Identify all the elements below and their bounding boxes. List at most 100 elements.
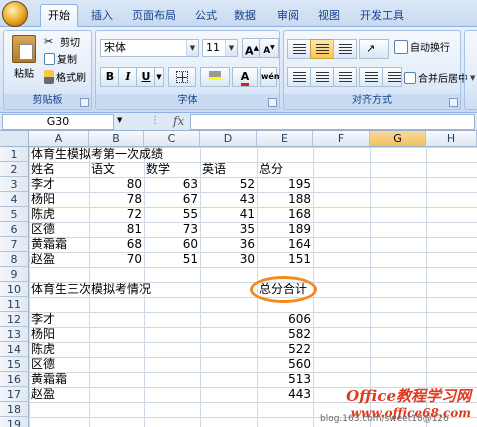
table-cell[interactable]: 188	[257, 192, 313, 207]
tab-data[interactable]: 数据	[227, 7, 263, 27]
table-cell[interactable]: 41	[200, 207, 257, 222]
cell-a1-title[interactable]: 体育生模拟考第一次成绩	[31, 147, 163, 162]
align-center-button[interactable]	[310, 67, 334, 87]
font-color-button[interactable]: A	[232, 67, 258, 87]
row-header[interactable]: 8	[0, 252, 29, 267]
table-cell[interactable]: 81	[89, 222, 144, 237]
table-cell[interactable]: 李才	[31, 177, 55, 192]
table-cell[interactable]: 195	[257, 177, 313, 192]
align-left-button[interactable]	[287, 67, 311, 87]
table-cell[interactable]: 35	[200, 222, 257, 237]
alignment-dialog-launcher[interactable]	[449, 98, 458, 107]
table-cell[interactable]: 赵盈	[31, 387, 55, 402]
cell-header-english[interactable]: 英语	[202, 162, 226, 177]
column-header-h[interactable]: H	[426, 131, 477, 147]
table-cell[interactable]: 黄霜霜	[31, 237, 67, 252]
column-header-g[interactable]: G	[370, 131, 426, 147]
cell-header-name[interactable]: 姓名	[31, 162, 55, 177]
tab-view[interactable]: 视图	[311, 7, 347, 27]
name-box[interactable]: G30	[2, 114, 114, 130]
table-cell[interactable]: 522	[257, 342, 313, 357]
table-cell[interactable]: 区德	[31, 222, 55, 237]
cell-header-math[interactable]: 数学	[146, 162, 170, 177]
table-cell[interactable]: 黄霜霜	[31, 372, 67, 387]
table-cell[interactable]: 70	[89, 252, 144, 267]
table-cell[interactable]: 67	[144, 192, 200, 207]
row-header[interactable]: 7	[0, 237, 29, 252]
chevron-down-icon[interactable]: ▼	[186, 40, 198, 56]
font-dialog-launcher[interactable]	[268, 98, 277, 107]
table-cell[interactable]: 68	[89, 237, 144, 252]
table-cell[interactable]: 151	[257, 252, 313, 267]
phonetic-guide-button[interactable]: wén	[260, 67, 280, 87]
table-cell[interactable]: 陈虎	[31, 342, 55, 357]
increase-indent-button[interactable]	[382, 67, 402, 87]
table-cell[interactable]: 606	[257, 312, 313, 327]
tab-review[interactable]: 审阅	[270, 7, 306, 27]
row-header[interactable]: 10	[0, 282, 29, 297]
table-cell[interactable]: 78	[89, 192, 144, 207]
table-cell[interactable]: 582	[257, 327, 313, 342]
borders-button[interactable]	[168, 67, 196, 87]
row-header[interactable]: 5	[0, 207, 29, 222]
table-cell[interactable]: 443	[257, 387, 313, 402]
paste-button[interactable]: 粘贴	[8, 35, 40, 80]
row-header[interactable]: 1	[0, 147, 29, 162]
table-cell[interactable]: 43	[200, 192, 257, 207]
table-cell[interactable]: 513	[257, 372, 313, 387]
table-cell[interactable]: 杨阳	[31, 192, 55, 207]
row-header[interactable]: 2	[0, 162, 29, 177]
underline-dropdown[interactable]: ▼	[154, 67, 164, 87]
row-header[interactable]: 18	[0, 402, 29, 417]
cell-header-total[interactable]: 总分	[259, 162, 283, 177]
italic-button[interactable]: I	[118, 67, 138, 87]
orientation-button[interactable]: ↗	[359, 39, 389, 59]
table-cell[interactable]: 60	[144, 237, 200, 252]
insert-function-button[interactable]: fx	[173, 114, 184, 128]
table-cell[interactable]: 30	[200, 252, 257, 267]
tab-page-layout[interactable]: 页面布局	[125, 7, 183, 27]
row-header[interactable]: 12	[0, 312, 29, 327]
table-cell[interactable]: 李才	[31, 312, 55, 327]
column-header-b[interactable]: B	[89, 131, 144, 147]
table-cell[interactable]: 73	[144, 222, 200, 237]
decrease-indent-button[interactable]	[359, 67, 383, 87]
fill-color-button[interactable]	[200, 67, 230, 87]
table-cell[interactable]: 区德	[31, 357, 55, 372]
column-header-c[interactable]: C	[144, 131, 200, 147]
row-header[interactable]: 19	[0, 417, 29, 427]
underline-button[interactable]: U	[136, 67, 156, 87]
format-painter-button[interactable]: 格式刷	[44, 69, 86, 84]
tab-home[interactable]: 开始	[40, 4, 78, 28]
shrink-font-button[interactable]: A▼	[259, 38, 279, 58]
table-cell[interactable]: 560	[257, 357, 313, 372]
table-cell[interactable]: 36	[200, 237, 257, 252]
font-size-combo[interactable]: 11 ▼	[202, 39, 238, 57]
row-header[interactable]: 11	[0, 297, 29, 312]
tab-developer[interactable]: 开发工具	[353, 7, 411, 27]
worksheet-grid[interactable]: A B C D E F G H 1 2 3 4 5 6 7 8 9 10 11 …	[0, 131, 477, 427]
column-header-e[interactable]: E	[257, 131, 313, 147]
middle-align-button[interactable]	[310, 39, 334, 59]
tab-formulas[interactable]: 公式	[188, 7, 224, 27]
table-cell[interactable]: 164	[257, 237, 313, 252]
row-header[interactable]: 16	[0, 372, 29, 387]
row-header[interactable]: 9	[0, 267, 29, 282]
wrap-text-button[interactable]: 自动换行	[394, 39, 450, 54]
bottom-align-button[interactable]	[333, 39, 357, 59]
row-header[interactable]: 4	[0, 192, 29, 207]
column-header-f[interactable]: F	[313, 131, 370, 147]
copy-button[interactable]: 复制	[44, 51, 77, 66]
top-align-button[interactable]	[287, 39, 311, 59]
table-cell[interactable]: 杨阳	[31, 327, 55, 342]
select-all-corner[interactable]	[0, 131, 29, 147]
table-cell[interactable]: 72	[89, 207, 144, 222]
cut-button[interactable]: ✂ 剪切	[44, 34, 80, 50]
table-cell[interactable]: 52	[200, 177, 257, 192]
column-header-a[interactable]: A	[29, 131, 89, 147]
row-header[interactable]: 17	[0, 387, 29, 402]
table-cell[interactable]: 陈虎	[31, 207, 55, 222]
table-cell[interactable]: 63	[144, 177, 200, 192]
table-cell[interactable]: 80	[89, 177, 144, 192]
row-header[interactable]: 6	[0, 222, 29, 237]
